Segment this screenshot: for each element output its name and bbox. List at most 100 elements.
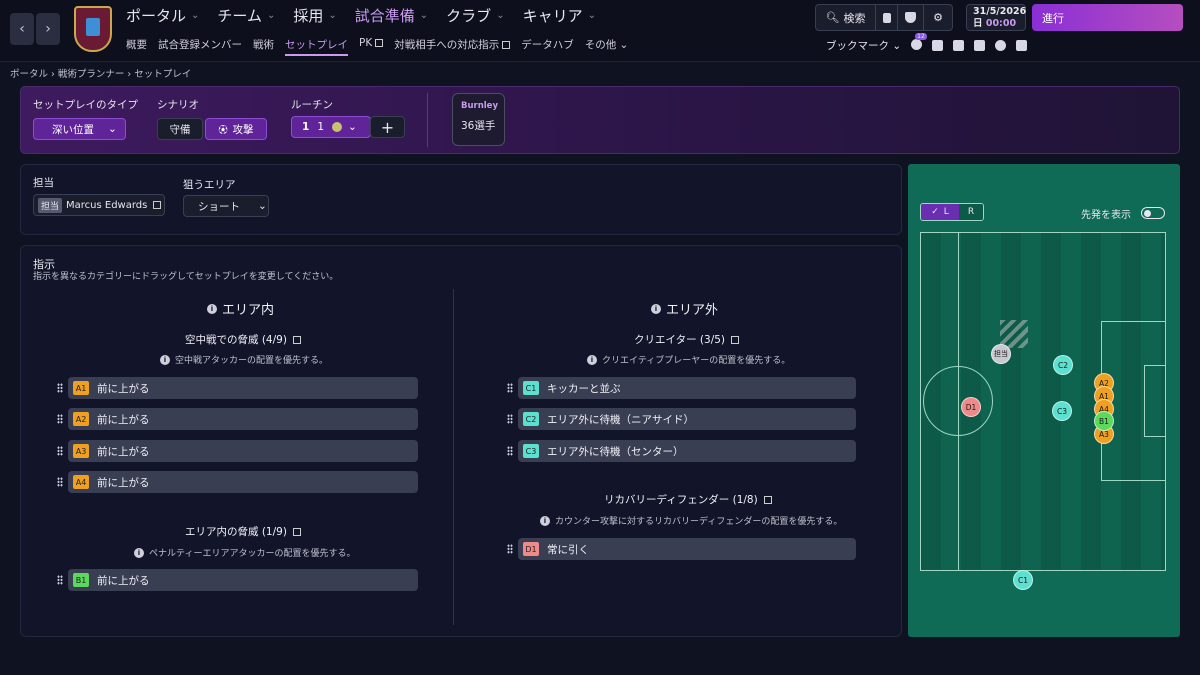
- shield-button[interactable]: [898, 5, 924, 30]
- clipboard-icon[interactable]: [953, 40, 965, 51]
- inbox-icon[interactable]: 12: [911, 32, 927, 53]
- show-starters-toggle[interactable]: [1141, 207, 1165, 219]
- club-players-card[interactable]: Burnley 36選手: [452, 93, 505, 146]
- role-badge: A2: [73, 412, 89, 426]
- shirt-icon[interactable]: [932, 40, 944, 51]
- divider: [427, 93, 428, 147]
- instruction-row[interactable]: C3 エリア外に待機（センター）: [518, 440, 856, 462]
- subnav-squad[interactable]: 試合登録メンバー: [158, 37, 242, 56]
- type-dropdown[interactable]: 深い位置 ⌄: [33, 118, 126, 140]
- instruction-row[interactable]: B1 前に上がる: [68, 569, 418, 591]
- forward-button[interactable]: ›: [36, 13, 60, 45]
- instruction-row[interactable]: D1 常に引く: [518, 538, 856, 560]
- settings-button[interactable]: ⚙: [924, 5, 952, 30]
- external-link-icon: [375, 39, 384, 47]
- subnav-tactics[interactable]: 戦術: [253, 37, 274, 56]
- bookmarks-menu[interactable]: ブックマーク ⌄: [826, 38, 901, 53]
- proceed-button[interactable]: 進行: [1032, 4, 1183, 31]
- drag-handle-icon[interactable]: [57, 575, 63, 585]
- top-actions: 🔍︎ 検索 ⚙: [815, 4, 953, 31]
- attack-icon: ⚽︎: [218, 125, 228, 136]
- player-marker-c2[interactable]: C2: [1053, 355, 1073, 375]
- assigned-player[interactable]: 担当 Marcus Edwards: [33, 194, 165, 216]
- info-icon: i: [587, 354, 597, 365]
- subnav-pk[interactable]: PK: [359, 37, 384, 56]
- drag-handle-icon[interactable]: [507, 383, 513, 393]
- external-link-icon: [502, 41, 511, 49]
- nav-career[interactable]: キャリア ⌄: [523, 5, 596, 26]
- subnav-data-hub[interactable]: データハブ: [521, 37, 574, 56]
- side-right-button[interactable]: R: [959, 204, 983, 220]
- search-button[interactable]: 🔍︎ 検索: [816, 5, 876, 30]
- drag-handle-icon[interactable]: [57, 477, 63, 487]
- creator-title[interactable]: クリエイター (3/5): [634, 332, 740, 347]
- attack-toggle[interactable]: ⚽︎ 攻撃: [205, 118, 267, 140]
- external-link-icon: [292, 335, 301, 344]
- info-icon: i: [160, 354, 170, 365]
- drag-handle-icon[interactable]: [57, 414, 63, 424]
- subnav-more[interactable]: その他 ⌄: [585, 37, 629, 56]
- nav-club[interactable]: クラブ ⌄: [446, 5, 504, 26]
- recovery-title[interactable]: リカバリーディフェンダー (1/8): [604, 492, 772, 507]
- bookmark-button[interactable]: [876, 5, 898, 30]
- instructions-desc: 指示を異なるカテゴリーにドラッグしてセットプレイを変更してください。: [33, 272, 339, 282]
- role-badge: A4: [73, 475, 89, 489]
- drag-handle-icon[interactable]: [507, 446, 513, 456]
- nav-match-prep[interactable]: 試合準備 ⌄: [355, 5, 428, 26]
- info-icon: i: [134, 547, 144, 558]
- side-left-button[interactable]: ✓ L: [921, 204, 959, 220]
- set-piece-header: セットプレイのタイプ 深い位置 ⌄ シナリオ 守備 ⚽︎ 攻撃 ルーチン 1 1 ⌄ +…: [20, 86, 1180, 154]
- nav-portal[interactable]: ポータル ⌄: [126, 5, 199, 26]
- instruction-row[interactable]: A3 前に上がる: [68, 440, 418, 462]
- refresh-icon[interactable]: [995, 40, 1007, 51]
- chevron-down-icon: ⌄: [348, 121, 357, 133]
- club-crest-logo[interactable]: [74, 6, 112, 52]
- instruction-row[interactable]: C2 エリア外に待機（ニアサイド）: [518, 408, 856, 430]
- drag-handle-icon[interactable]: [57, 446, 63, 456]
- player-marker-b1[interactable]: B1: [1094, 411, 1114, 431]
- trophy-icon[interactable]: [1016, 40, 1028, 51]
- info-icon: i: [540, 515, 550, 526]
- back-button[interactable]: ‹: [10, 13, 34, 45]
- drag-handle-icon[interactable]: [57, 383, 63, 393]
- assign-label: 担当: [33, 177, 54, 189]
- date-display: 31/5/2026 日 00:00: [966, 4, 1026, 31]
- external-link-icon: [153, 201, 162, 209]
- routine-dropdown[interactable]: 1 1 ⌄: [291, 116, 371, 138]
- subnav-set-pieces[interactable]: セットプレイ: [285, 37, 348, 56]
- show-starters-label: 先発を表示: [1081, 210, 1131, 221]
- instruction-row[interactable]: C1 キッカーと並ぶ: [518, 377, 856, 399]
- player-marker-c1[interactable]: C1: [1013, 570, 1033, 590]
- player-marker-taker[interactable]: 担当: [991, 344, 1011, 364]
- box-threat-title[interactable]: エリア内の脅威 (1/9): [185, 524, 301, 539]
- player-marker-c3[interactable]: C3: [1052, 401, 1072, 421]
- drag-handle-icon[interactable]: [507, 414, 513, 424]
- defense-toggle[interactable]: 守備: [157, 118, 203, 140]
- aerial-threat-title[interactable]: 空中戦での脅威 (4/9): [185, 332, 301, 347]
- chevron-right-icon: ›: [45, 21, 51, 37]
- outside-title: i エリア外: [651, 299, 718, 318]
- tactics-icon[interactable]: [974, 40, 986, 51]
- recovery-desc: i カウンター攻撃に対するリカバリーディフェンダーの配置を優先する。: [540, 514, 842, 527]
- shield-icon: [905, 12, 916, 23]
- instruction-row[interactable]: A4 前に上がる: [68, 471, 418, 493]
- check-icon: ✓: [931, 207, 939, 217]
- nav-recruitment[interactable]: 採用 ⌄: [293, 5, 336, 26]
- target-area-label: 狙うエリア: [183, 179, 236, 191]
- gear-icon: ⚙: [933, 11, 943, 24]
- info-icon: i: [207, 303, 217, 314]
- instruction-row[interactable]: A1 前に上がる: [68, 377, 418, 399]
- add-routine-button[interactable]: +: [370, 116, 405, 138]
- info-icon: i: [651, 303, 661, 314]
- subnav-opposition[interactable]: 対戦相手への対応指示: [394, 37, 511, 56]
- creator-desc: i クリエイティブプレーヤーの配置を優先する。: [587, 353, 790, 366]
- instruction-row[interactable]: A2 前に上がる: [68, 408, 418, 430]
- player-marker-d1[interactable]: D1: [961, 397, 981, 417]
- subnav-overview[interactable]: 概要: [126, 37, 147, 56]
- notification-badge: 12: [915, 32, 927, 40]
- role-badge: D1: [523, 542, 539, 556]
- role-badge: B1: [73, 573, 89, 587]
- nav-team[interactable]: チーム ⌄: [217, 5, 275, 26]
- target-area-dropdown[interactable]: ショート ⌄: [183, 195, 269, 217]
- drag-handle-icon[interactable]: [507, 544, 513, 554]
